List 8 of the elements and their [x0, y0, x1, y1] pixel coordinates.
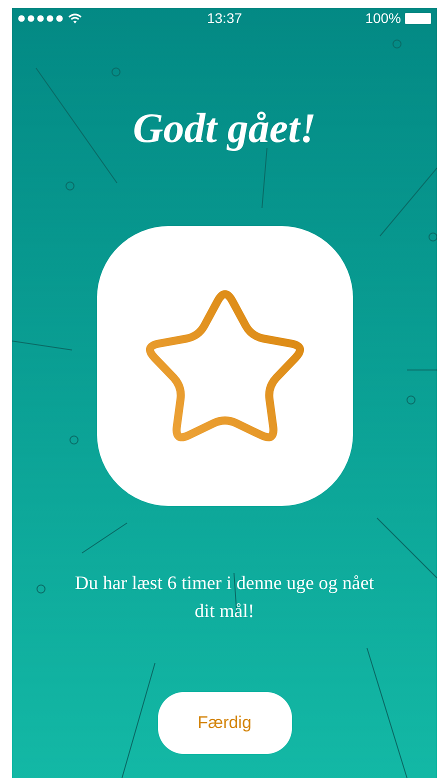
battery-icon	[405, 12, 431, 24]
wifi-icon	[68, 12, 82, 24]
status-time: 13:37	[206, 8, 242, 28]
achievement-message: Du har læst 6 timer i denne uge og nået dit mål!	[74, 572, 376, 624]
signal-icon	[18, 14, 64, 22]
done-button[interactable]: Færdig	[158, 692, 292, 754]
battery-percent: 100%	[365, 8, 401, 28]
title: Godt gået!	[132, 105, 316, 154]
